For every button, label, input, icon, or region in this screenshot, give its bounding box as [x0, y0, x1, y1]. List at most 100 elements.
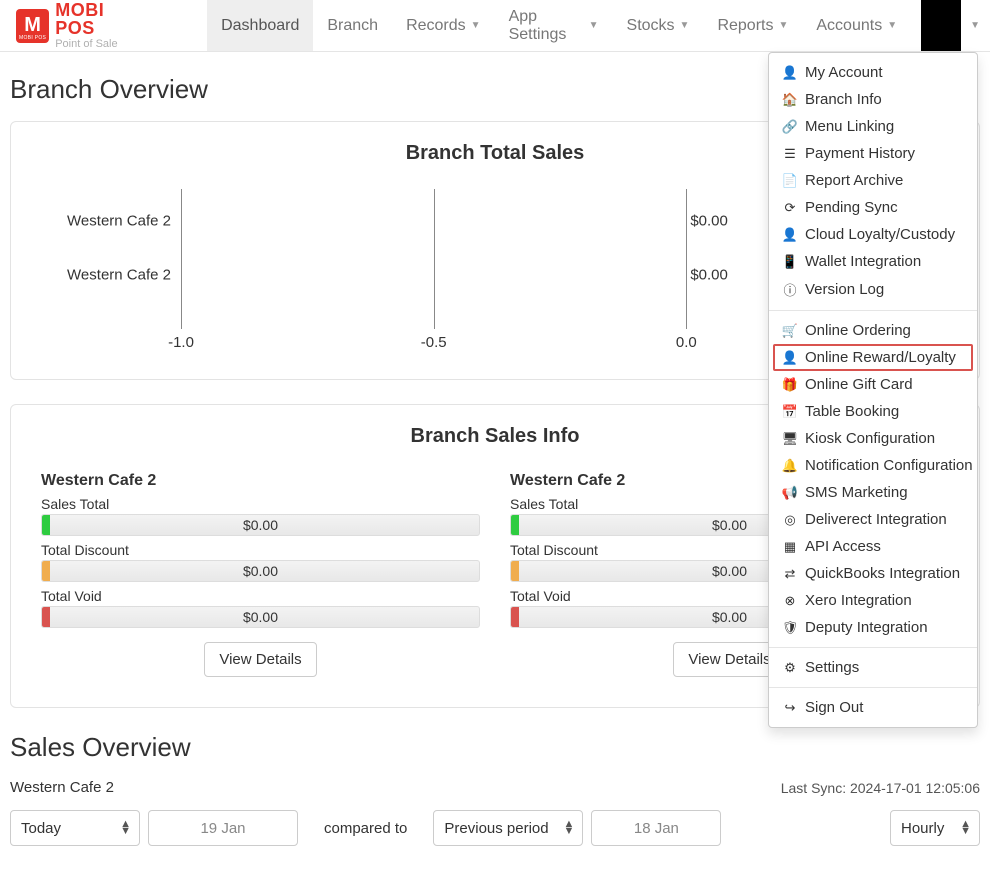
logo-title: MOBI POS: [55, 1, 147, 37]
date2-input[interactable]: 18 Jan: [591, 810, 721, 846]
menu-online-gift-card[interactable]: 🎁Online Gift Card: [769, 371, 977, 398]
range1-select[interactable]: Today ▲▼: [10, 810, 140, 846]
signout-icon: ↪: [783, 700, 797, 716]
range1-value: Today: [21, 820, 61, 837]
menu-item-label: Online Ordering: [805, 322, 911, 339]
menu-api-access[interactable]: ▦API Access: [769, 533, 977, 560]
menu-deliverect-integration[interactable]: ◎Deliverect Integration: [769, 506, 977, 533]
chevron-down-icon: ▼: [589, 20, 599, 31]
menu-branch-info[interactable]: 🏠Branch Info: [769, 86, 977, 113]
chart-tick-label: 0.0: [676, 334, 697, 351]
sales-column: Western Cafe 2Sales Total$0.00Total Disc…: [41, 472, 480, 677]
metric-chip: [42, 561, 50, 581]
filter-row: Today ▲▼ 19 Jan compared to Previous per…: [10, 810, 980, 846]
nav-reports[interactable]: Reports▼: [703, 0, 802, 51]
metric-value: $0.00: [712, 563, 747, 579]
menu-sign-out[interactable]: ↪ Sign Out: [769, 694, 977, 721]
nav-items: DashboardBranchRecords▼App Settings▼Stoc…: [207, 0, 911, 51]
nav-branch[interactable]: Branch: [313, 0, 392, 51]
user-icon: 👤: [783, 65, 797, 81]
metric-bar: $0.00: [41, 560, 480, 582]
menu-item-label: Version Log: [805, 281, 884, 298]
logo-subtitle: Point of Sale: [55, 39, 147, 50]
menu-online-reward-loyalty[interactable]: 👤 Online Reward/Loyalty: [773, 344, 973, 371]
menu-item-label: Table Booking: [805, 403, 899, 420]
menu-item-label: Online Gift Card: [805, 376, 913, 393]
bell-icon: 🔔: [783, 458, 797, 474]
metric-chip: [511, 607, 519, 627]
menu-item-label: Pending Sync: [805, 199, 898, 216]
badge-icon: 🛡: [783, 620, 797, 636]
chart-tick-label: -1.0: [168, 334, 194, 351]
chart-y-label: Western Cafe 2: [67, 267, 171, 284]
granularity-select[interactable]: Hourly ▲▼: [890, 810, 980, 846]
sales-overview-header-row: Western Cafe 2 Last Sync: 2024-17-01 12:…: [10, 779, 980, 796]
menu-menu-linking[interactable]: 🔗 Menu Linking: [769, 113, 977, 140]
menu-report-archive[interactable]: 📄Report Archive: [769, 167, 977, 194]
file-icon: 📄: [783, 173, 797, 189]
date1-value: 19 Jan: [200, 820, 245, 837]
menu-online-ordering[interactable]: 🛒Online Ordering: [769, 317, 977, 344]
menu-notification-configuration[interactable]: 🔔Notification Configuration: [769, 452, 977, 479]
menu-sms-marketing[interactable]: 📢SMS Marketing: [769, 479, 977, 506]
range2-select[interactable]: Previous period ▲▼: [433, 810, 583, 846]
menu-item-label: Deliverect Integration: [805, 511, 947, 528]
nav-dashboard[interactable]: Dashboard: [207, 0, 313, 51]
refresh-icon: ⟳: [783, 200, 797, 216]
logo[interactable]: M MOBI POS MOBI POS Point of Sale: [10, 1, 147, 50]
menu-kiosk-configuration[interactable]: 🖥Kiosk Configuration: [769, 425, 977, 452]
metric-label: Total Discount: [41, 542, 480, 558]
menu-table-booking[interactable]: 📅Table Booking: [769, 398, 977, 425]
metric-value: $0.00: [243, 563, 278, 579]
metric-chip: [42, 515, 50, 535]
menu-item-label: Sign Out: [805, 699, 863, 716]
menu-my-account[interactable]: 👤 My Account: [769, 59, 977, 86]
nav-records[interactable]: Records▼: [392, 0, 494, 51]
metric-chip: [511, 561, 519, 581]
menu-deputy-integration[interactable]: 🛡Deputy Integration: [769, 614, 977, 641]
dropdown-separator: [769, 310, 977, 311]
nav-app-settings[interactable]: App Settings▼: [495, 0, 613, 51]
chevron-down-icon: ▼: [680, 20, 690, 31]
range2-value: Previous period: [444, 820, 548, 837]
home-icon: 🏠: [783, 92, 797, 108]
user-menu-trigger[interactable]: ▼: [911, 0, 980, 51]
granularity-value: Hourly: [901, 820, 944, 837]
metric-chip: [511, 515, 519, 535]
metric-bar: $0.00: [41, 514, 480, 536]
date1-input[interactable]: 19 Jan: [148, 810, 298, 846]
menu-settings[interactable]: ⚙Settings: [769, 654, 977, 681]
menu-cloud-loyalty-custody[interactable]: 👤Cloud Loyalty/Custody: [769, 221, 977, 248]
menu-item-label: Xero Integration: [805, 592, 912, 609]
shuffle-icon: ⇄: [783, 566, 797, 582]
nav-stocks[interactable]: Stocks▼: [613, 0, 704, 51]
dropdown-separator: [769, 687, 977, 688]
menu-xero-integration[interactable]: ⊗Xero Integration: [769, 587, 977, 614]
chart-tick: [434, 189, 435, 329]
logo-icon: M MOBI POS: [16, 9, 49, 43]
nav-accounts[interactable]: Accounts▼: [802, 0, 911, 51]
sales-column-title: Western Cafe 2: [41, 472, 480, 490]
menu-item-label: Menu Linking: [805, 118, 894, 135]
menu-item-label: Wallet Integration: [805, 253, 921, 270]
menu-item-label: My Account: [805, 64, 883, 81]
menu-item-label: Online Reward/Loyalty: [805, 349, 956, 366]
menu-quickbooks-integration[interactable]: ⇄QuickBooks Integration: [769, 560, 977, 587]
chevron-down-icon: ▼: [471, 20, 481, 31]
metric-value: $0.00: [712, 517, 747, 533]
link-icon: 🔗: [783, 119, 797, 135]
menu-pending-sync[interactable]: ⟳ Pending Sync: [769, 194, 977, 221]
chart-value-label: $0.00: [690, 213, 728, 230]
updown-icon: ▲▼: [120, 821, 131, 835]
user-icon: 👤: [783, 350, 797, 366]
view-details-button[interactable]: View Details: [204, 642, 316, 677]
menu-version-log[interactable]: ⓘVersion Log: [769, 275, 977, 304]
metric-value: $0.00: [712, 609, 747, 625]
phone-icon: 📱: [783, 254, 797, 270]
account-dropdown: 👤 My Account 🏠Branch Info 🔗 Menu Linking ☰Pay…: [768, 52, 978, 728]
user-avatar-block: [921, 0, 961, 51]
grid-icon: ▦: [783, 539, 797, 555]
menu-wallet-integration[interactable]: 📱 Wallet Integration: [769, 248, 977, 275]
menu-payment-history[interactable]: ☰Payment History: [769, 140, 977, 167]
dropdown-separator: [769, 647, 977, 648]
